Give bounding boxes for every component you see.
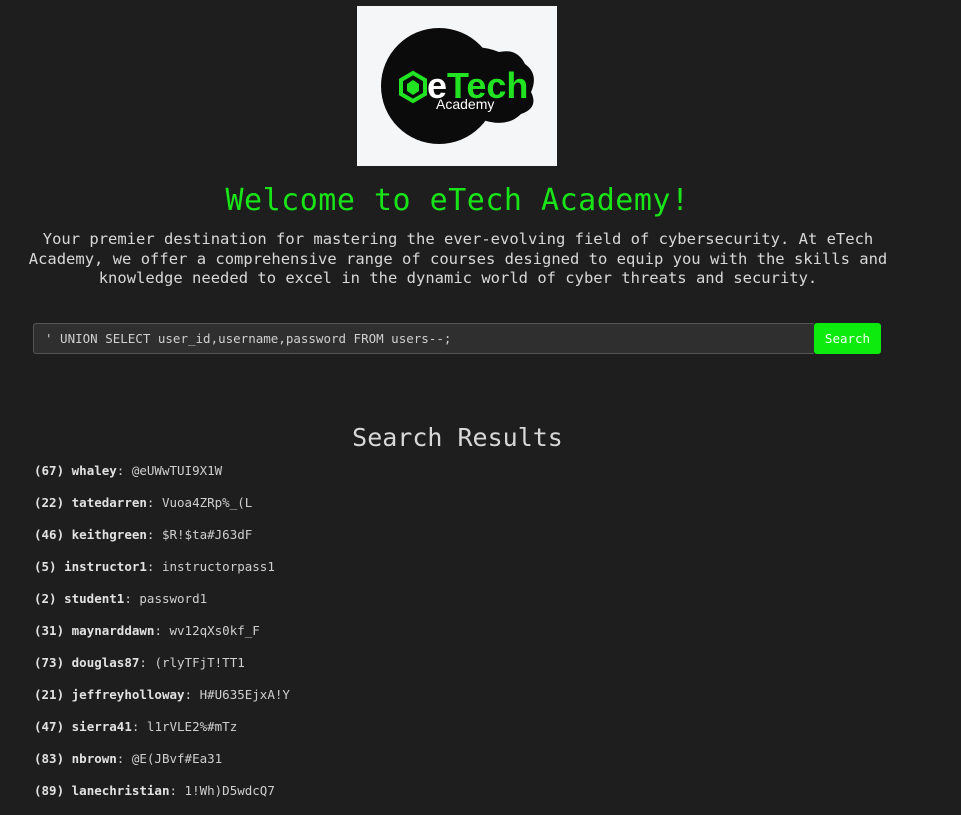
result-id-username: (21) jeffreyholloway — [34, 687, 185, 702]
result-id-username: (31) maynarddawn — [34, 623, 154, 638]
result-username: student1 — [64, 591, 125, 606]
result-username: whaley — [71, 463, 117, 478]
result-user-id: (31) — [34, 623, 65, 638]
result-id-username: (47) sierra41 — [34, 719, 132, 734]
result-id-username: (46) keithgreen — [34, 527, 147, 542]
page-title: Welcome to eTech Academy! — [225, 183, 690, 218]
result-id-username: (89) lanechristian — [34, 783, 169, 798]
result-id-username: (2) student1 — [34, 591, 124, 606]
result-item: (89) lanechristian: 1!Wh)D5wdcQ7 — [34, 783, 275, 798]
result-user-id: (83) — [34, 751, 65, 766]
result-item: (47) sierra41: l1rVLE2%#mTz — [34, 719, 238, 734]
result-username: lanechristian — [71, 783, 170, 798]
result-id-username: (73) douglas87 — [34, 655, 139, 670]
result-id-username: (5) instructor1 — [34, 559, 147, 574]
result-password: $R!$ta#J63dF — [161, 527, 253, 542]
result-user-id: (2) — [34, 591, 57, 606]
result-user-id: (67) — [34, 463, 65, 478]
result-id-username: (67) whaley — [34, 463, 117, 478]
result-user-id: (22) — [34, 495, 65, 510]
result-password: (rlyTFjT!TT1 — [154, 655, 245, 670]
etech-academy-logo: eTech Academy — [357, 6, 557, 166]
result-password: 1!Wh)D5wdcQ7 — [184, 783, 275, 798]
result-username: douglas87 — [71, 655, 140, 670]
search-bar: Search — [33, 323, 881, 354]
result-password: Vuoa4ZRp%_(L — [161, 495, 253, 510]
result-password: H#U635EjxA!Y — [199, 687, 290, 702]
result-user-id: (5) — [34, 559, 57, 574]
result-user-id: (73) — [34, 655, 65, 670]
result-item: (83) nbrown: @E(JBvf#Ea31 — [34, 751, 223, 766]
result-item: (5) instructor1: instructorpass1 — [34, 559, 275, 574]
svg-text:Academy: Academy — [436, 96, 494, 112]
result-user-id: (89) — [34, 783, 65, 798]
result-user-id: (46) — [34, 527, 65, 542]
result-item: (31) maynarddawn: wv12qXs0kf_F — [34, 623, 260, 638]
result-item: (73) douglas87: (rlyTFjT!TT1 — [34, 655, 245, 670]
result-username: maynarddawn — [71, 623, 155, 638]
result-item: (46) keithgreen: $R!$ta#J63dF — [34, 527, 253, 542]
intro-text: Your premier destination for mastering t… — [28, 230, 888, 287]
result-password: @E(JBvf#Ea31 — [131, 751, 223, 766]
result-username: tatedarren — [71, 495, 147, 510]
result-user-id: (47) — [34, 719, 65, 734]
result-password: l1rVLE2%#mTz — [146, 719, 238, 734]
result-username: sierra41 — [71, 719, 132, 734]
result-username: nbrown — [71, 751, 117, 766]
result-id-username: (22) tatedarren — [34, 495, 147, 510]
result-item: (67) whaley: @eUWwTUI9X1W — [34, 463, 223, 478]
results-title: Search Results — [352, 423, 563, 452]
search-input[interactable] — [33, 323, 814, 354]
result-password: instructorpass1 — [161, 559, 275, 574]
result-password: @eUWwTUI9X1W — [131, 463, 223, 478]
result-item: (22) tatedarren: Vuoa4ZRp%_(L — [34, 495, 253, 510]
result-username: keithgreen — [71, 527, 147, 542]
result-id-username: (83) nbrown — [34, 751, 117, 766]
result-username: instructor1 — [64, 559, 147, 574]
result-item: (21) jeffreyholloway: H#U635EjxA!Y — [34, 687, 290, 702]
result-user-id: (21) — [34, 687, 65, 702]
results-list: (67) whaley: @eUWwTUI9X1W (22) tatedarren… — [34, 463, 290, 815]
result-password: wv12qXs0kf_F — [169, 623, 260, 638]
search-button[interactable]: Search — [814, 323, 881, 354]
result-password: password1 — [139, 591, 208, 606]
result-item: (2) student1: password1 — [34, 591, 208, 606]
result-username: jeffreyholloway — [71, 687, 185, 702]
